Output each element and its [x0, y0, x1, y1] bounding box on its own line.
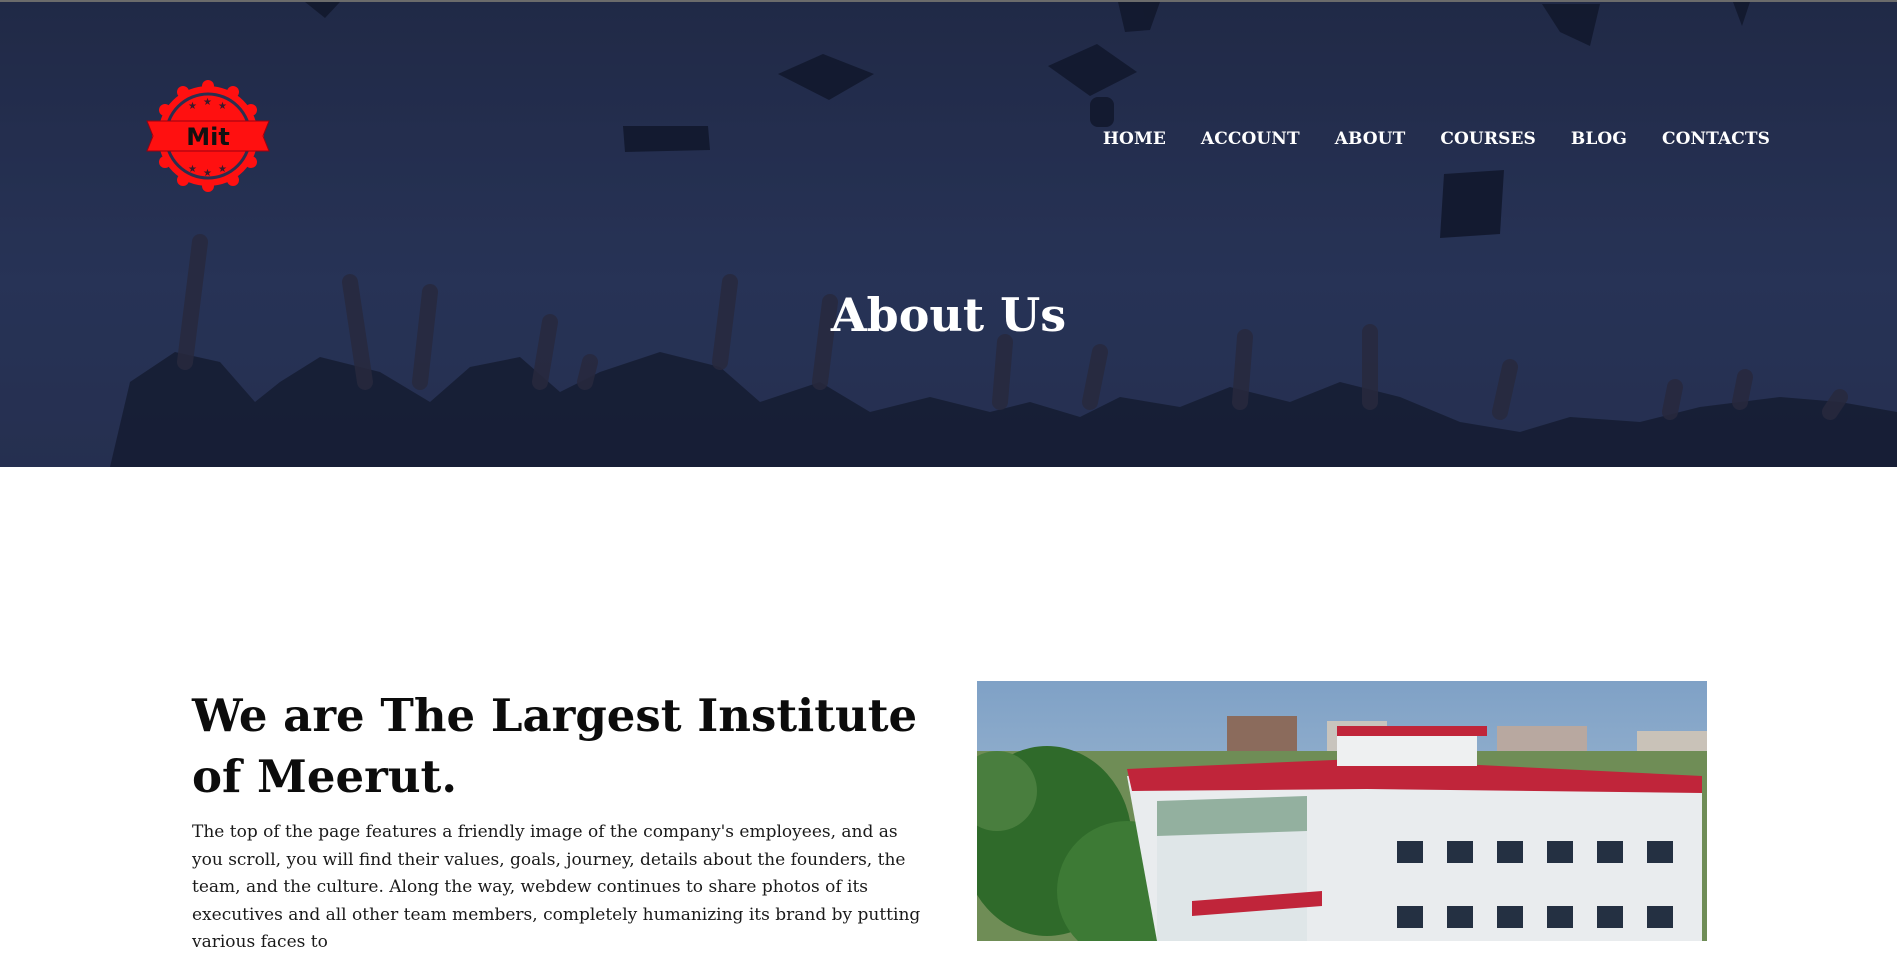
logo-text: Mit: [186, 123, 230, 151]
svg-text:★: ★: [218, 101, 227, 112]
nav-about[interactable]: ABOUT: [1335, 129, 1406, 149]
about-intro-section: We are The Largest Institute of Meerut. …: [0, 467, 1897, 952]
svg-text:★: ★: [188, 101, 197, 112]
svg-text:★: ★: [203, 97, 212, 108]
nav-courses[interactable]: COURSES: [1440, 129, 1536, 149]
svg-text:★: ★: [203, 168, 212, 179]
logo-badge-icon: ★ ★ ★ ★ ★ ★ Mit: [146, 80, 270, 192]
building-photo-icon: [977, 681, 1707, 941]
svg-text:★: ★: [188, 164, 197, 175]
intro-heading: We are The Largest Institute of Meerut.: [192, 689, 918, 803]
main-navigation: HOME ACCOUNT ABOUT COURSES BLOG CONTACTS: [1068, 129, 1770, 149]
svg-text:★: ★: [218, 164, 227, 175]
page-title: About Us: [830, 288, 1067, 342]
hero-banner: ★ ★ ★ ★ ★ ★ Mit HOME ACCOUNT ABOUT COURS…: [0, 2, 1897, 467]
nav-account[interactable]: ACCOUNT: [1201, 129, 1300, 149]
campus-building-image: [977, 681, 1707, 941]
graduation-background-image: [0, 2, 1897, 467]
intro-paragraph: The top of the page features a friendly …: [192, 822, 921, 952]
nav-home[interactable]: HOME: [1103, 129, 1166, 149]
nav-blog[interactable]: BLOG: [1571, 129, 1627, 149]
mit-logo[interactable]: ★ ★ ★ ★ ★ ★ Mit: [145, 77, 271, 195]
nav-contacts[interactable]: CONTACTS: [1662, 129, 1770, 149]
